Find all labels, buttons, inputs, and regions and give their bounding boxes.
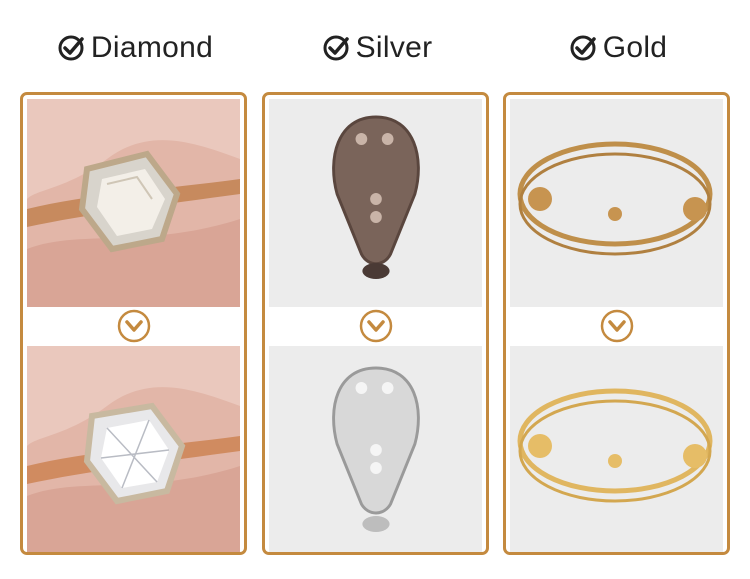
chevron-down-circle-icon	[600, 309, 633, 343]
check-circle-icon	[58, 35, 84, 61]
gold-after-photo	[510, 346, 723, 552]
heading-label: Silver	[355, 31, 433, 64]
heading-label: Gold	[602, 31, 668, 64]
silver-after-photo	[269, 346, 482, 552]
gold-before-photo	[510, 99, 723, 307]
panel-gold	[503, 92, 730, 555]
check-circle-icon	[323, 35, 349, 61]
diamond-before-photo	[27, 99, 240, 307]
diamond-after-photo	[27, 346, 240, 552]
silver-before-photo	[269, 99, 482, 307]
heading-diamond: Diamond	[20, 28, 250, 68]
panel-silver	[262, 92, 489, 555]
panel-diamond	[20, 92, 247, 555]
chevron-down-circle-icon	[359, 309, 392, 343]
check-circle-icon	[570, 35, 596, 61]
chevron-down-circle-icon	[117, 309, 150, 343]
heading-label: Diamond	[90, 31, 214, 64]
heading-gold: Gold	[503, 28, 733, 68]
heading-silver: Silver	[262, 28, 492, 68]
